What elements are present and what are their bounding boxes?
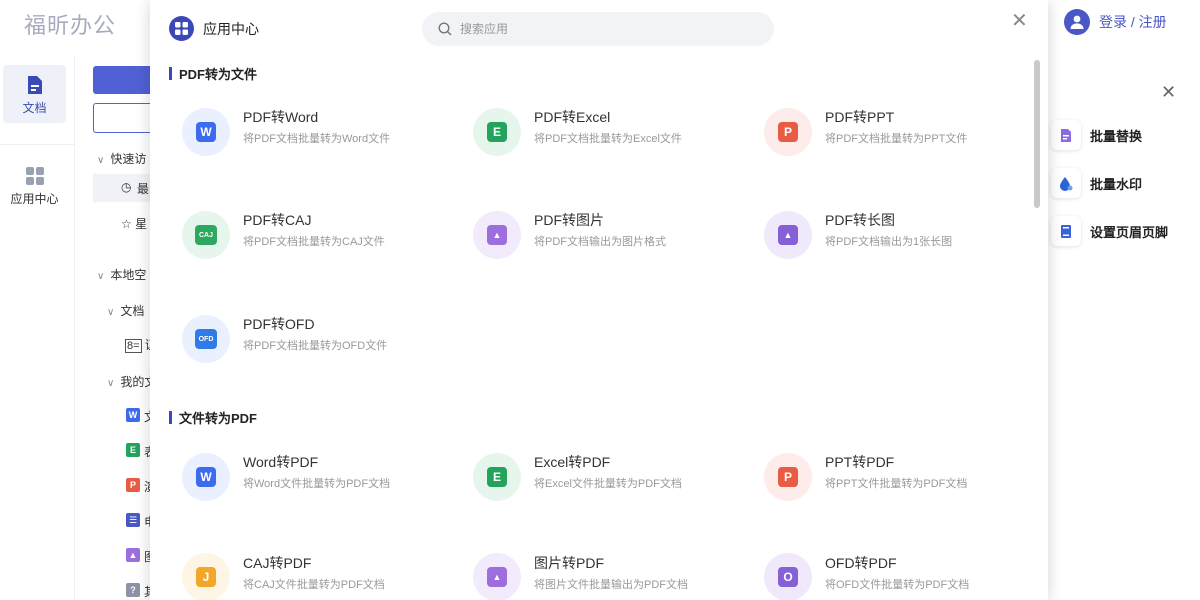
tool-header-footer[interactable]: 设置页眉页脚 xyxy=(1051,216,1168,246)
app-name: PPT转PDF xyxy=(825,454,895,470)
rail-label: 应用中心 xyxy=(10,192,59,206)
section-pdf-to-file: PDF转为文件 xyxy=(169,64,257,83)
app-image-to-pdf[interactable]: ▲ 图片转PDF 将图片文件批量输出为PDF文档 xyxy=(473,544,753,600)
replace-icon xyxy=(1051,120,1081,150)
tree-starred[interactable]: ☆ 星 xyxy=(121,215,147,232)
user-avatar-icon xyxy=(1064,9,1090,35)
search-icon xyxy=(438,22,452,36)
login-text: 登录 / 注册 xyxy=(1099,14,1167,30)
app-desc: 将PDF文档批量转为PPT文件 xyxy=(825,133,968,145)
app-ppt-to-pdf[interactable]: P PPT转PDF 将PPT文件批量转为PDF文档 xyxy=(764,449,1044,505)
app-desc: 将Excel文件批量转为PDF文档 xyxy=(534,478,682,490)
excel-to-pdf-icon: E xyxy=(473,453,521,501)
app-name: PDF转长图 xyxy=(825,212,895,228)
right-panel-close-icon[interactable]: ✕ xyxy=(1161,82,1176,103)
pdf-to-excel-icon: E xyxy=(473,108,521,156)
app-desc: 将CAJ文件批量转为PDF文档 xyxy=(243,579,385,591)
modal-close-icon[interactable]: ✕ xyxy=(1011,8,1028,33)
id-card-icon: 8= xyxy=(125,339,142,353)
app-desc: 将PDF文档批量转为Word文件 xyxy=(243,133,391,145)
document-icon xyxy=(27,76,42,94)
left-rail: 文档 应用中心 xyxy=(0,56,75,600)
tool-label: 批量替换 xyxy=(1090,128,1143,144)
app-pdf-to-word[interactable]: W PDF转Word 将PDF文档批量转为Word文件 xyxy=(182,104,462,160)
app-desc: 将PDF文档输出为1张长图 xyxy=(825,236,953,248)
app-center-modal: 应用中心 ✕ PDF转为文件 W PDF转Word 将PDF文档批量转为Word… xyxy=(150,0,1048,600)
app-pdf-to-long-image[interactable]: ▲ PDF转长图 将PDF文档输出为1张长图 xyxy=(764,207,1044,263)
app-name: PDF转PPT xyxy=(825,109,895,125)
app-name: PDF转OFD xyxy=(243,316,315,332)
star-icon: ☆ xyxy=(121,217,132,231)
image-file-icon: ▲ xyxy=(126,548,140,562)
tool-label: 设置页眉页脚 xyxy=(1090,224,1169,240)
clock-icon: ◷ xyxy=(121,180,132,194)
tree-local-space[interactable]: ∨ 本地空 xyxy=(97,266,146,283)
excel-file-icon: E xyxy=(126,443,140,457)
tool-batch-replace[interactable]: 批量替换 xyxy=(1051,120,1142,150)
app-search-box xyxy=(422,12,774,46)
app-desc: 将PDF文档批量转为OFD文件 xyxy=(243,340,388,352)
other-file-icon: ? xyxy=(126,583,140,597)
tree-my-files[interactable]: ∨ 我的文 xyxy=(107,373,156,390)
rail-item-documents[interactable]: 文档 xyxy=(3,65,66,123)
tool-label: 批量水印 xyxy=(1090,176,1143,192)
pdf-to-image-icon: ▲ xyxy=(473,211,521,259)
caj-to-pdf-icon: J xyxy=(182,553,230,600)
app-desc: 将OFD文件批量转为PDF文档 xyxy=(825,579,970,591)
app-name: PDF转图片 xyxy=(534,212,604,228)
app-name: CAJ转PDF xyxy=(243,555,312,571)
section-file-to-pdf: 文件转为PDF xyxy=(169,408,257,427)
rail-item-app-center[interactable]: 应用中心 xyxy=(3,166,66,216)
app-desc: 将PDF文档批量转为Excel文件 xyxy=(534,133,682,145)
ebook-file-icon: ☰ xyxy=(126,513,140,527)
app-name: Excel转PDF xyxy=(534,454,611,470)
pdf-to-long-image-icon: ▲ xyxy=(764,211,812,259)
ppt-file-icon: P xyxy=(126,478,140,492)
app-desc: 将PDF文档批量转为CAJ文件 xyxy=(243,236,385,248)
pdf-to-caj-icon: CAJ xyxy=(182,211,230,259)
app-caj-to-pdf[interactable]: J CAJ转PDF 将CAJ文件批量转为PDF文档 xyxy=(182,544,462,600)
app-name: Word转PDF xyxy=(243,454,319,470)
app-desc: 将PDF文档输出为图片格式 xyxy=(534,236,666,248)
app-center-icon xyxy=(169,16,194,41)
app-desc: 将图片文件批量输出为PDF文档 xyxy=(534,579,688,591)
tree-documents[interactable]: ∨ 文档 xyxy=(107,302,144,319)
app-excel-to-pdf[interactable]: E Excel转PDF 将Excel文件批量转为PDF文档 xyxy=(473,449,753,505)
app-word-to-pdf[interactable]: W Word转PDF 将Word文件批量转为PDF文档 xyxy=(182,449,462,505)
app-pdf-to-ppt[interactable]: P PDF转PPT 将PDF文档批量转为PPT文件 xyxy=(764,104,1044,160)
app-pdf-to-caj[interactable]: CAJ PDF转CAJ 将PDF文档批量转为CAJ文件 xyxy=(182,207,462,263)
rail-label: 文档 xyxy=(22,101,47,115)
word-file-icon: W xyxy=(126,408,140,422)
ppt-to-pdf-icon: P xyxy=(764,453,812,501)
app-name: OFD转PDF xyxy=(825,555,897,571)
pdf-to-ppt-icon: P xyxy=(764,108,812,156)
app-name: PDF转Word xyxy=(243,109,319,125)
tree-recent[interactable]: ◷ 最 xyxy=(93,174,150,202)
app-name: PDF转CAJ xyxy=(243,212,312,228)
app-ofd-to-pdf[interactable]: O OFD转PDF 将OFD文件批量转为PDF文档 xyxy=(764,544,1044,600)
app-pdf-to-image[interactable]: ▲ PDF转图片 将PDF文档输出为图片格式 xyxy=(473,207,753,263)
app-name: PDF转Excel xyxy=(534,109,611,125)
app-logo: 福昕办公 xyxy=(24,13,117,38)
app-desc: 将PPT文件批量转为PDF文档 xyxy=(825,478,968,490)
login-button[interactable]: 登录 / 注册 xyxy=(1064,8,1167,36)
pdf-to-ofd-icon: OFD xyxy=(182,315,230,363)
pdf-to-word-icon: W xyxy=(182,108,230,156)
app-pdf-to-ofd[interactable]: OFD PDF转OFD 将PDF文档批量转为OFD文件 xyxy=(182,311,462,367)
tree-quick-access[interactable]: ∨ 快速访 xyxy=(97,150,146,167)
tool-batch-watermark[interactable]: 批量水印 xyxy=(1051,168,1142,198)
header-footer-icon xyxy=(1051,216,1081,246)
app-name: 图片转PDF xyxy=(534,555,604,571)
grid-icon xyxy=(25,167,44,185)
ofd-to-pdf-icon: O xyxy=(764,553,812,600)
app-desc: 将Word文件批量转为PDF文档 xyxy=(243,478,391,490)
modal-header: 应用中心 xyxy=(169,16,259,41)
app-search-input[interactable] xyxy=(460,22,740,36)
rail-divider xyxy=(0,144,75,145)
watermark-icon xyxy=(1051,168,1081,198)
modal-title: 应用中心 xyxy=(203,20,259,37)
image-to-pdf-icon: ▲ xyxy=(473,553,521,600)
word-to-pdf-icon: W xyxy=(182,453,230,501)
app-pdf-to-excel[interactable]: E PDF转Excel 将PDF文档批量转为Excel文件 xyxy=(473,104,753,160)
